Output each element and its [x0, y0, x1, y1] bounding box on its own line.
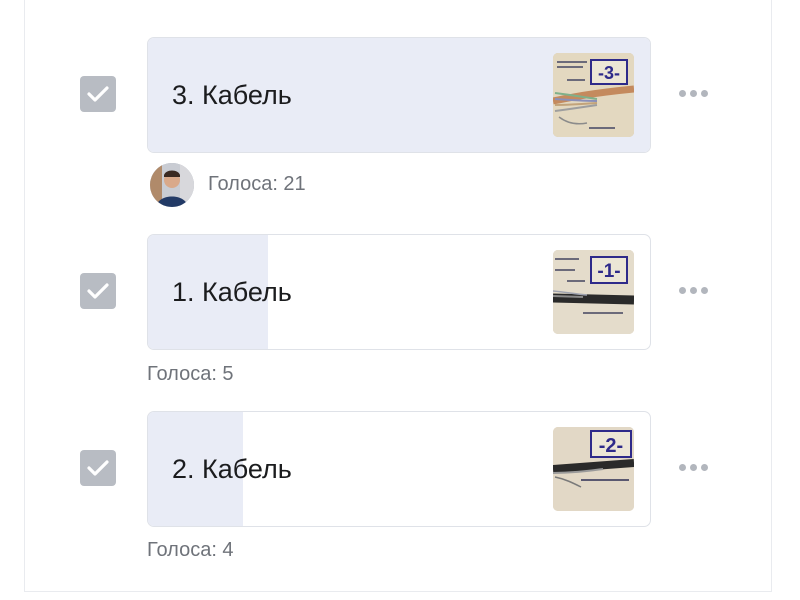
- option-checkbox[interactable]: [80, 76, 116, 112]
- option-label: 1. Кабель: [172, 276, 292, 307]
- voter-avatar[interactable]: [150, 163, 194, 207]
- check-icon: [87, 460, 109, 476]
- more-options-button[interactable]: [679, 464, 708, 471]
- vote-count: Голоса: 4: [147, 539, 234, 561]
- option-thumbnail[interactable]: -2-: [553, 427, 634, 511]
- more-options-button[interactable]: [679, 287, 708, 294]
- option-thumbnail[interactable]: -1-: [553, 250, 634, 334]
- thumbnail-number: -1-: [597, 261, 620, 282]
- more-dots-icon: [679, 287, 686, 294]
- poll-option-bar[interactable]: 2. Кабель -2-: [147, 411, 651, 527]
- option-thumbnail[interactable]: -3-: [553, 53, 634, 137]
- option-checkbox[interactable]: [80, 273, 116, 309]
- more-dots-icon: [679, 464, 686, 471]
- poll-option-bar[interactable]: 3. Кабель -3-: [147, 37, 651, 153]
- more-dots-icon: [679, 90, 686, 97]
- more-options-button[interactable]: [679, 90, 708, 97]
- poll-panel: 3. Кабель -3- Голоса: 21 1. Кабель -1- Г…: [24, 0, 772, 592]
- option-label: 2. Кабель: [172, 453, 292, 484]
- option-label: 3. Кабель: [172, 79, 292, 110]
- option-checkbox[interactable]: [80, 450, 116, 486]
- vote-count: Голоса: 21: [208, 173, 306, 195]
- check-icon: [87, 86, 109, 102]
- vote-count: Голоса: 5: [147, 363, 234, 385]
- thumbnail-number: -2-: [599, 435, 623, 457]
- poll-option-bar[interactable]: 1. Кабель -1-: [147, 234, 651, 350]
- check-icon: [87, 283, 109, 299]
- thumbnail-number: -3-: [598, 63, 620, 83]
